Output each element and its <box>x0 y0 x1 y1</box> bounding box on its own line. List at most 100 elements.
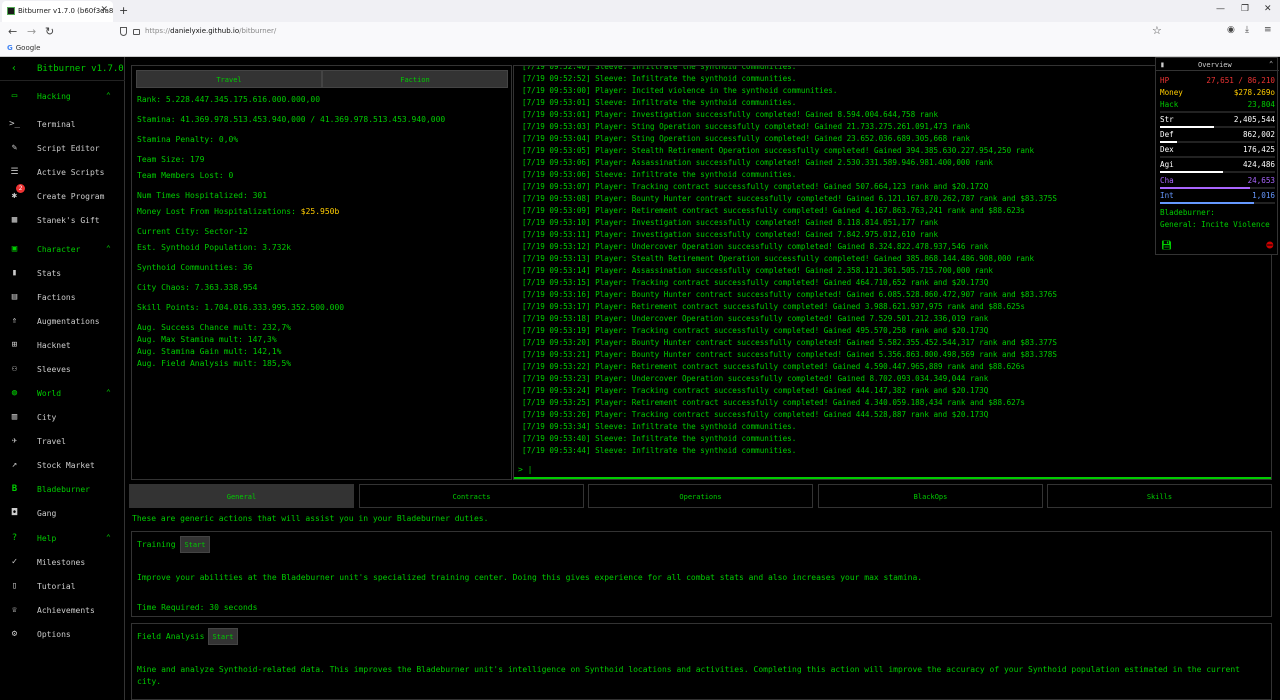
sidebar-item-sleeves[interactable]: ⚇ Sleeves <box>0 358 125 382</box>
sidebar-header: ‹ Bitburner v1.7.0 <box>0 57 125 81</box>
item-label: Create Program <box>37 192 105 201</box>
cha-value: 24,653 <box>1247 176 1275 185</box>
def-value: 862,002 <box>1242 130 1275 139</box>
sidebar-item-options[interactable]: ⚙ Options <box>0 623 125 647</box>
sidebar-item-tutorial[interactable]: ▯ Tutorial <box>0 575 125 599</box>
sidebar-item-create-program[interactable]: ✱ 2 Create Program <box>0 184 125 209</box>
url-host: danielyxie.github.io <box>170 27 240 35</box>
new-tab-icon[interactable]: + <box>119 4 128 17</box>
action-name: Field Analysis <box>137 632 205 641</box>
double-arrow-up-icon: ⇑ <box>11 316 18 326</box>
console-line: [7/19 09:52:52] Sleeve: Infiltrate the s… <box>522 74 797 83</box>
sidebar-item-hacknet[interactable]: ⊞ Hacknet <box>0 334 125 358</box>
city-icon: ▥ <box>11 412 18 422</box>
sidebar-item-script-editor[interactable]: ✎ Script Editor <box>0 137 125 161</box>
sidebar-item-gang[interactable]: ◘ Gang <box>0 502 125 526</box>
equalizer-icon: ▮ <box>11 268 18 278</box>
sidebar-category-world[interactable]: ◍ World ⌃ <box>0 382 125 406</box>
sidebar-category-character[interactable]: ▣ Character ⌃ <box>0 238 125 262</box>
menu-icon[interactable]: ≡ <box>1264 25 1272 35</box>
back-icon[interactable]: ← <box>8 25 17 38</box>
minimize-icon[interactable]: — <box>1216 4 1225 14</box>
sidebar-item-augmentations[interactable]: ⇑ Augmentations <box>0 310 125 334</box>
console-line: [7/19 09:53:21] Player: Bounty Hunter co… <box>522 350 1057 359</box>
hospitalized-text: Num Times Hospitalized: 301 <box>137 191 268 200</box>
sidebar-item-stock-market[interactable]: ↗ Stock Market <box>0 454 125 478</box>
forward-icon[interactable]: → <box>27 25 36 38</box>
item-label: Factions <box>37 293 76 302</box>
bladeburner-label: Bladeburner: <box>1160 208 1215 217</box>
tab-blackops[interactable]: BlackOps <box>818 484 1043 508</box>
item-label: Travel <box>37 437 66 446</box>
sidebar-category-hacking[interactable]: ▭ Hacking ⌃ <box>0 85 125 109</box>
sidebar-item-travel[interactable]: ✈ Travel <box>0 430 125 454</box>
travel-button[interactable]: Travel <box>136 70 322 88</box>
str-label: Str <box>1160 115 1174 124</box>
field-analysis-start-button[interactable]: Start <box>208 628 238 645</box>
overview-header[interactable]: ▮ Overview ⌃ <box>1156 58 1279 71</box>
sidebar-item-active-scripts[interactable]: ☰ Active Scripts <box>0 161 125 185</box>
bookmark-google[interactable]: G Google <box>7 44 40 52</box>
tab-general[interactable]: General <box>129 484 354 508</box>
shield-icon[interactable] <box>120 27 127 36</box>
console-line: [7/19 09:53:26] Player: Tracking contrac… <box>522 410 989 419</box>
item-label: City <box>37 413 57 422</box>
console-line: [7/19 09:53:06] Player: Assassination su… <box>522 158 993 167</box>
dex-label: Dex <box>1160 145 1174 154</box>
browser-tab[interactable]: Bitburner v1.7.0 (b60f3da8) ✕ <box>2 1 113 22</box>
item-label: Stock Market <box>37 461 95 470</box>
sidebar-category-help[interactable]: ? Help ⌃ <box>0 527 125 551</box>
console-input[interactable]: > | <box>514 462 1271 479</box>
team-size-text: Team Size: 179 <box>137 155 205 164</box>
sidebar-item-terminal[interactable]: >_ Terminal <box>0 113 125 137</box>
sidebar-item-milestones[interactable]: ✓ Milestones <box>0 551 125 575</box>
aug-field-analysis-text: Aug. Field Analysis mult: 185,5% <box>137 359 292 368</box>
contacts-icon: ▤ <box>11 292 18 302</box>
pencil-icon: ✎ <box>11 143 18 153</box>
hack-exp-bar <box>1160 111 1275 113</box>
item-label: Hacknet <box>37 341 71 350</box>
int-value: 1,016 <box>1252 191 1275 200</box>
tab-skills[interactable]: Skills <box>1047 484 1272 508</box>
bladeburner-stats-panel: Travel Faction Rank: 5.228.447.345.175.6… <box>131 65 512 480</box>
sidebar-item-bladeburner[interactable]: B Bladeburner <box>0 478 125 502</box>
bookmark-star-icon[interactable]: ☆ <box>1152 24 1162 37</box>
bladeburner-current-action[interactable]: General: Incite Violence <box>1160 220 1270 229</box>
action-card-training: Training Start Improve your abilities at… <box>131 531 1272 617</box>
gear-icon: ⚙ <box>11 629 18 639</box>
reload-icon[interactable]: ↻ <box>45 25 54 38</box>
sidebar-item-staneks-gift[interactable]: ▦ Stanek's Gift <box>0 209 125 233</box>
download-icon[interactable]: ⤓ <box>1245 25 1249 35</box>
url-bar[interactable]: https://danielyxie.github.io/bitburner/ <box>145 27 276 35</box>
nav-bar: ← → ↻ https://danielyxie.github.io/bitbu… <box>0 22 1280 42</box>
browser-chrome: Bitburner v1.7.0 (b60f3da8) ✕ + — ❐ ✕ ← … <box>0 0 1280 57</box>
grid-icon: ▦ <box>11 215 18 225</box>
tab-operations[interactable]: Operations <box>588 484 813 508</box>
close-window-icon[interactable]: ✕ <box>1264 4 1272 14</box>
action-name: Training <box>137 540 176 549</box>
faction-button[interactable]: Faction <box>322 70 508 88</box>
item-label: Bladeburner <box>37 485 90 494</box>
sidebar-item-stats[interactable]: ▮ Stats <box>0 262 125 286</box>
collapse-sidebar-icon[interactable]: ‹ <box>11 63 17 74</box>
mask-icon: ◘ <box>11 508 18 518</box>
save-icon[interactable]: 💾︎ <box>1161 241 1172 251</box>
sidebar-item-factions[interactable]: ▤ Factions <box>0 286 125 310</box>
dex-exp-bar <box>1160 156 1275 158</box>
pocket-icon[interactable]: ◉ <box>1227 25 1235 35</box>
console-line: [7/19 09:53:05] Player: Stealth Retireme… <box>522 146 1035 155</box>
sidebar-item-achievements[interactable]: ♕ Achievements <box>0 599 125 623</box>
maximize-icon[interactable]: ❐ <box>1241 4 1249 14</box>
money-lost-label: Money Lost From Hospitalizations: <box>137 207 296 216</box>
skill-points-text: Skill Points: 1.704.016.333.995.352.500.… <box>137 303 345 312</box>
lock-icon[interactable] <box>133 29 140 35</box>
chevron-up-icon[interactable]: ⌃ <box>1269 60 1273 68</box>
close-tab-icon[interactable]: ✕ <box>100 5 108 15</box>
training-start-button[interactable]: Start <box>180 536 210 553</box>
kill-scripts-icon[interactable]: ⛔︎ <box>1266 241 1274 251</box>
stamina-text: Stamina: 41.369.978.513.453.940,000 / 41… <box>137 115 446 124</box>
tab-contracts[interactable]: Contracts <box>359 484 584 508</box>
aug-success-text: Aug. Success Chance mult: 232,7% <box>137 323 292 332</box>
str-exp-bar <box>1160 126 1275 128</box>
sidebar-item-city[interactable]: ▥ City <box>0 406 125 430</box>
